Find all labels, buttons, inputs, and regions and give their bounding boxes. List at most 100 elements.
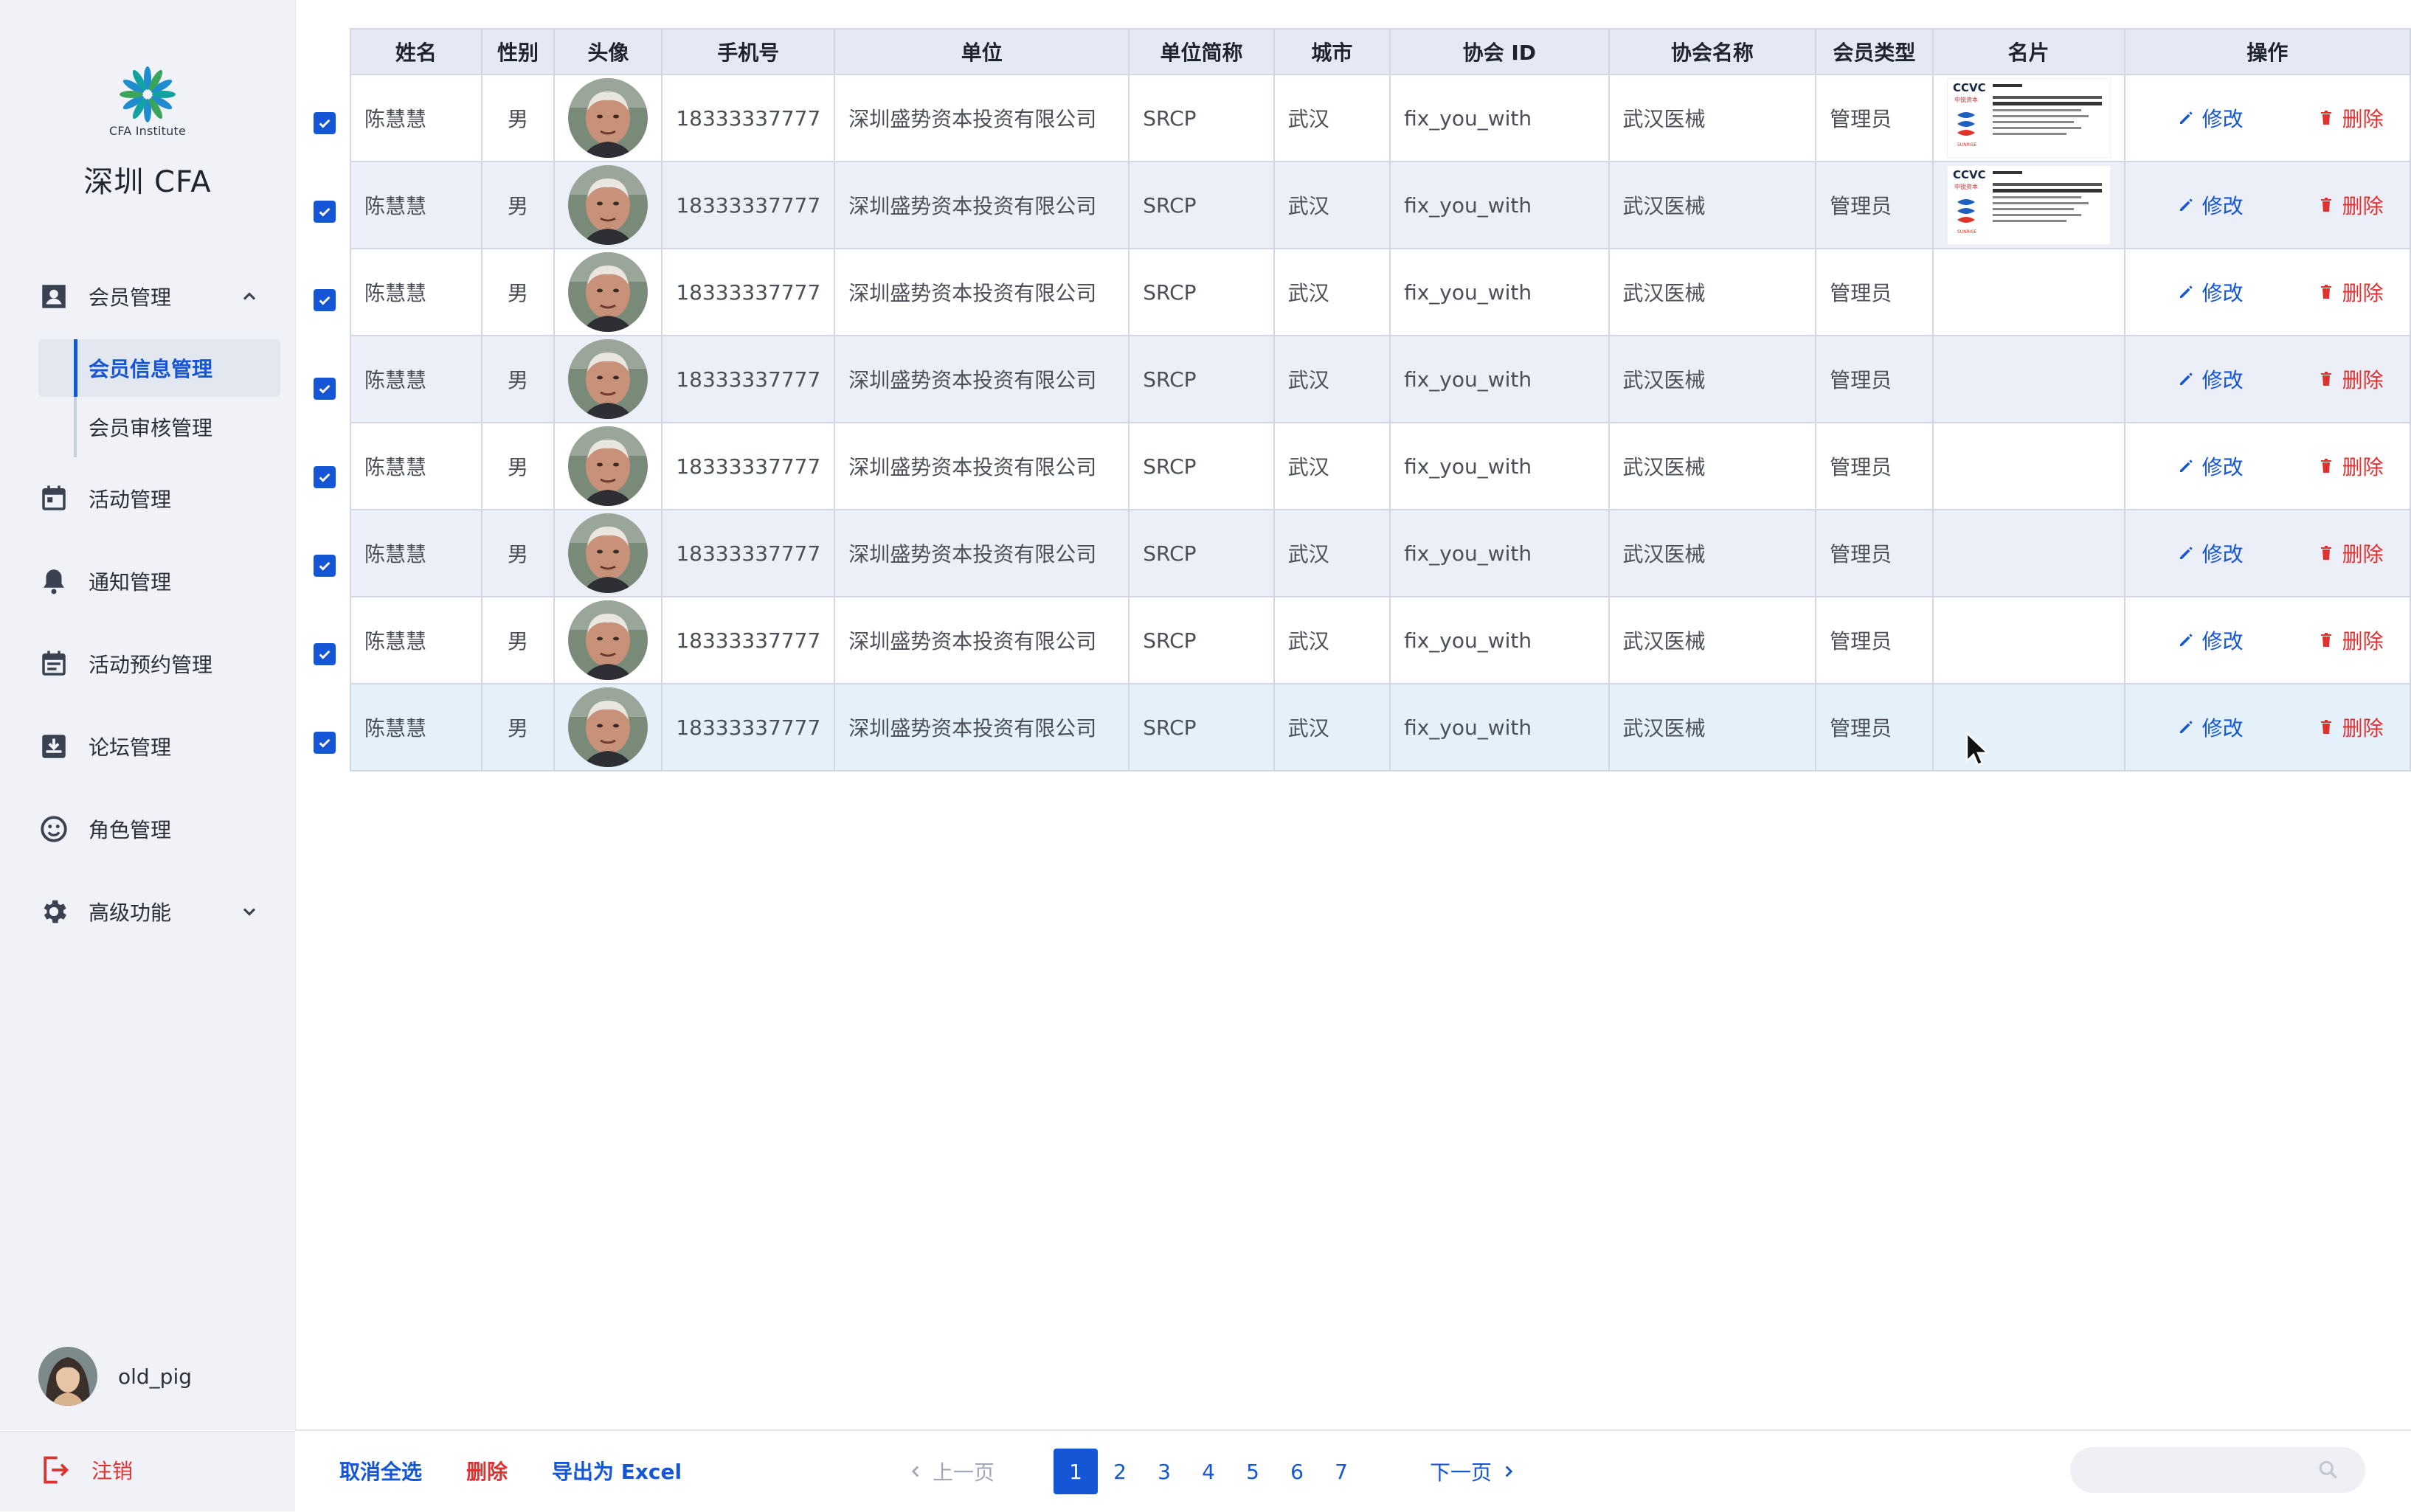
cell-gender: 男 bbox=[480, 509, 556, 597]
checkmark-icon bbox=[319, 207, 331, 217]
edit-button[interactable]: 修改 bbox=[2177, 712, 2244, 742]
delete-button[interactable]: 删除 bbox=[2317, 103, 2384, 133]
col-abbr[interactable]: 单位简称 bbox=[1128, 28, 1275, 75]
cell-member-type: 管理员 bbox=[1815, 161, 1934, 249]
row-checkbox[interactable] bbox=[314, 201, 336, 223]
delete-button[interactable]: 删除 bbox=[2317, 277, 2384, 307]
row-checkbox[interactable] bbox=[314, 732, 336, 754]
col-member-type[interactable]: 会员类型 bbox=[1815, 28, 1934, 75]
next-page-button[interactable]: 下一页 bbox=[1430, 1457, 1518, 1486]
col-city[interactable]: 城市 bbox=[1273, 28, 1391, 75]
row-checkbox[interactable] bbox=[314, 466, 336, 488]
edit-button[interactable]: 修改 bbox=[2177, 364, 2244, 394]
cell-member-type: 管理员 bbox=[1815, 74, 1934, 162]
member-avatar[interactable] bbox=[568, 339, 648, 419]
table-row[interactable]: 陈慧慧 男 18333337777 深圳盛势资本投资有限公司 SRCP 武汉 f… bbox=[350, 509, 2411, 597]
member-avatar[interactable] bbox=[568, 165, 648, 245]
cell-assoc-name: 武汉医械 bbox=[1608, 248, 1817, 336]
nav-member-management[interactable]: 会员管理 bbox=[38, 274, 260, 319]
edit-button[interactable]: 修改 bbox=[2177, 103, 2244, 133]
username: old_pig bbox=[118, 1364, 193, 1389]
table-row[interactable]: 陈慧慧 男 18333337777 深圳盛势资本投资有限公司 SRCP 武汉 f… bbox=[350, 335, 2411, 423]
prev-page-button[interactable]: 上一页 bbox=[906, 1457, 995, 1486]
logout-button[interactable]: 注销 bbox=[38, 1454, 133, 1486]
trash-icon bbox=[2317, 457, 2342, 475]
member-avatar[interactable] bbox=[568, 78, 648, 158]
member-avatar[interactable] bbox=[568, 600, 648, 680]
col-assoc-name[interactable]: 协会名称 bbox=[1608, 28, 1817, 75]
page-number-button[interactable]: 5 bbox=[1231, 1449, 1275, 1494]
delete-button[interactable]: 删除 bbox=[2317, 625, 2384, 655]
row-checkbox[interactable] bbox=[314, 555, 336, 577]
member-avatar[interactable] bbox=[568, 513, 648, 593]
member-avatar[interactable] bbox=[568, 252, 648, 332]
deselect-all-button[interactable]: 取消全选 bbox=[339, 1456, 422, 1485]
row-checkbox[interactable] bbox=[314, 378, 336, 400]
col-name[interactable]: 姓名 bbox=[350, 28, 482, 75]
search-input[interactable] bbox=[2070, 1447, 2365, 1493]
page-number-button[interactable]: 1 bbox=[1054, 1449, 1099, 1494]
nav-notice[interactable]: 通知管理 bbox=[38, 559, 260, 603]
table-row[interactable]: 陈慧慧 男 18333337777 深圳盛势资本投资有限公司 SRCP 武汉 f… bbox=[350, 74, 2411, 162]
cell-business-card bbox=[1931, 683, 2125, 771]
edit-button[interactable]: 修改 bbox=[2177, 451, 2244, 481]
table-row[interactable]: 陈慧慧 男 18333337777 深圳盛势资本投资有限公司 SRCP 武汉 f… bbox=[350, 248, 2411, 336]
nav-forum[interactable]: 论坛管理 bbox=[38, 724, 260, 769]
cell-phone: 18333337777 bbox=[661, 596, 836, 684]
export-excel-button[interactable]: 导出为 Excel bbox=[552, 1456, 682, 1485]
cell-member-type: 管理员 bbox=[1815, 683, 1934, 771]
edit-button[interactable]: 修改 bbox=[2177, 190, 2244, 220]
col-assoc-id[interactable]: 协会 ID bbox=[1389, 28, 1610, 75]
edit-button[interactable]: 修改 bbox=[2177, 538, 2244, 568]
chevron-up-icon[interactable] bbox=[239, 274, 260, 319]
delete-button[interactable]: 删除 bbox=[2317, 190, 2384, 220]
page-number-button[interactable]: 4 bbox=[1186, 1449, 1231, 1494]
table-row[interactable]: 陈慧慧 男 18333337777 深圳盛势资本投资有限公司 SRCP 武汉 f… bbox=[350, 422, 2411, 510]
chevron-down-icon[interactable] bbox=[239, 889, 260, 934]
cell-assoc-id: fix_you_with bbox=[1389, 509, 1610, 597]
page-number-button[interactable]: 7 bbox=[1319, 1449, 1363, 1494]
delete-button[interactable]: 删除 bbox=[2317, 712, 2384, 742]
table-row[interactable]: 陈慧慧 男 18333337777 深圳盛势资本投资有限公司 SRCP 武汉 f… bbox=[350, 683, 2411, 771]
nav-advanced[interactable]: 高级功能 bbox=[38, 889, 260, 934]
bulk-delete-button[interactable]: 删除 bbox=[466, 1456, 508, 1485]
sidebar-item-member-info[interactable]: 会员信息管理 bbox=[38, 339, 280, 397]
page-number-button[interactable]: 3 bbox=[1142, 1449, 1186, 1494]
col-gender[interactable]: 性别 bbox=[480, 28, 556, 75]
nav-booking[interactable]: 活动预约管理 bbox=[38, 642, 260, 686]
cell-assoc-name: 武汉医械 bbox=[1608, 161, 1817, 249]
col-card[interactable]: 名片 bbox=[1931, 28, 2125, 75]
row-checkbox[interactable] bbox=[314, 112, 336, 134]
nav-activity[interactable]: 活动管理 bbox=[38, 476, 260, 521]
business-card-image[interactable]: CCVC 中锐资本 SUNRISE bbox=[1946, 77, 2111, 159]
delete-button[interactable]: 删除 bbox=[2317, 364, 2384, 394]
page-number-button[interactable]: 2 bbox=[1098, 1449, 1142, 1494]
edit-button[interactable]: 修改 bbox=[2177, 277, 2244, 307]
member-avatar[interactable] bbox=[568, 426, 648, 506]
gear-icon bbox=[38, 895, 72, 929]
nav-role[interactable]: 角色管理 bbox=[38, 807, 260, 851]
member-avatar[interactable] bbox=[568, 687, 648, 767]
cell-actions: 修改 删除 bbox=[2123, 248, 2411, 336]
cell-avatar bbox=[553, 74, 663, 162]
edit-button[interactable]: 修改 bbox=[2177, 625, 2244, 655]
delete-label: 删除 bbox=[2342, 455, 2384, 479]
cell-member-type: 管理员 bbox=[1815, 335, 1934, 423]
delete-button[interactable]: 删除 bbox=[2317, 538, 2384, 568]
sidebar-item-member-review[interactable]: 会员审核管理 bbox=[38, 398, 280, 456]
cell-assoc-name: 武汉医械 bbox=[1608, 596, 1817, 684]
user-profile[interactable]: old_pig bbox=[38, 1345, 192, 1407]
col-phone[interactable]: 手机号 bbox=[661, 28, 836, 75]
row-checkbox[interactable] bbox=[314, 643, 336, 665]
row-checkbox[interactable] bbox=[314, 289, 336, 311]
col-avatar[interactable]: 头像 bbox=[553, 28, 663, 75]
business-card-image[interactable]: CCVC 中锐资本 SUNRISE bbox=[1946, 164, 2111, 246]
cell-avatar bbox=[553, 596, 663, 684]
delete-button[interactable]: 删除 bbox=[2317, 451, 2384, 481]
table-row[interactable]: 陈慧慧 男 18333337777 深圳盛势资本投资有限公司 SRCP 武汉 f… bbox=[350, 161, 2411, 249]
table-row[interactable]: 陈慧慧 男 18333337777 深圳盛势资本投资有限公司 SRCP 武汉 f… bbox=[350, 596, 2411, 684]
page-number-button[interactable]: 6 bbox=[1275, 1449, 1319, 1494]
cell-abbr: SRCP bbox=[1128, 74, 1275, 162]
cell-abbr: SRCP bbox=[1128, 596, 1275, 684]
col-company[interactable]: 单位 bbox=[834, 28, 1130, 75]
